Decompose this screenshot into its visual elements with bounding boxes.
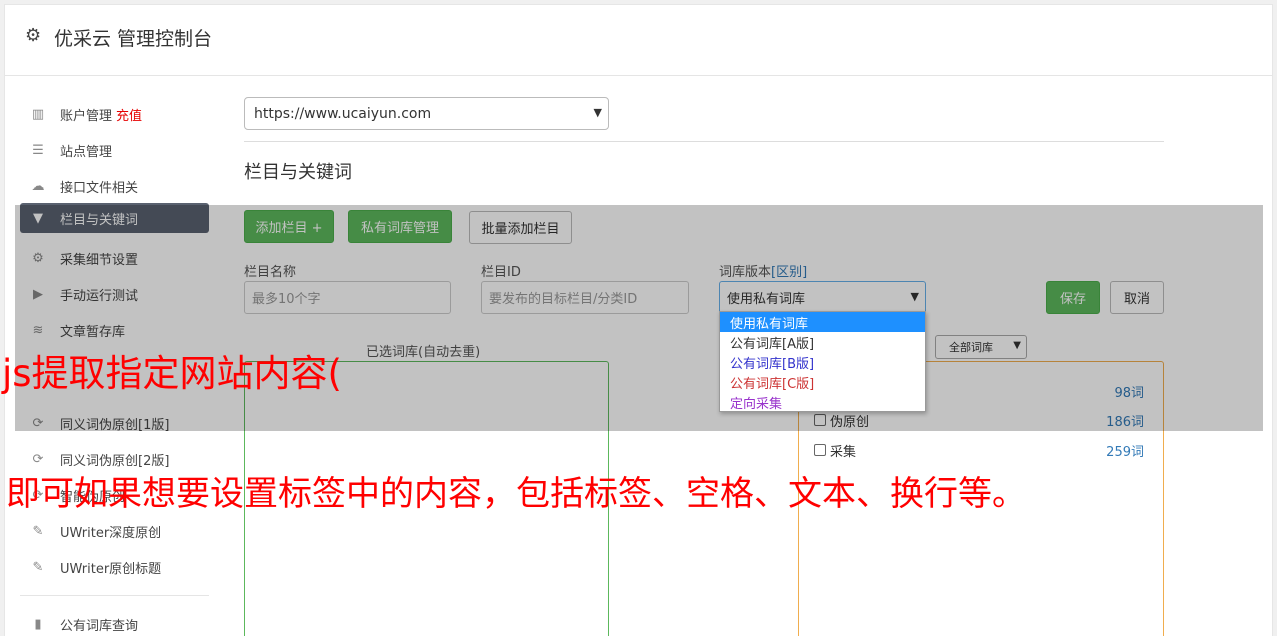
edit-icon: ✎ xyxy=(32,559,44,575)
recharge-link[interactable]: 充值 xyxy=(116,105,142,124)
refresh-icon: ⟳ xyxy=(32,451,44,467)
cancel-button[interactable]: 取消 xyxy=(1110,281,1164,314)
lib-version-option[interactable]: 定向采集 xyxy=(720,392,925,412)
lib-version-select[interactable]: 使用私有词库 ▼ xyxy=(719,281,926,314)
lib-version-label-text: 词库版本 xyxy=(719,265,772,280)
sidebar-item[interactable]: ≋ 文章暂存库 xyxy=(20,315,209,345)
lib-version-option[interactable]: 公有词库[C版] xyxy=(720,372,925,392)
app-title: 优采云 管理控制台 xyxy=(54,28,213,50)
sidebar-item-label: 栏目与关键词 xyxy=(60,212,139,228)
lib-filter-value: 全部词库 xyxy=(949,341,993,354)
site-select-value: https://www.ucaiyun.com xyxy=(254,105,432,122)
site-select[interactable]: https://www.ucaiyun.com ▼ xyxy=(244,97,609,130)
sidebar-item-label: UWriter深度原创 xyxy=(60,525,162,541)
lib-version-label: 词库版本[区别] xyxy=(719,261,807,280)
lib-count[interactable]: 186词 xyxy=(1106,411,1144,430)
play-circle-icon: ▶ xyxy=(33,286,43,302)
database-icon: ≋ xyxy=(32,322,44,338)
sidebar-item-label: 文章暂存库 xyxy=(60,324,126,340)
header: ⚙ 优采云 管理控制台 xyxy=(5,5,1272,76)
add-column-button[interactable]: 添加栏目 + xyxy=(244,210,334,243)
sidebar-item[interactable]: ✎ UWriter深度原创 xyxy=(20,516,209,546)
section-title: 栏目与关键词 xyxy=(244,162,352,183)
sidebar-item-label: 接口文件相关 xyxy=(60,180,139,196)
filter-icon: ▼ xyxy=(33,210,43,226)
sidebar-item-label: UWriter原创标题 xyxy=(60,561,162,577)
sidebar-item[interactable]: ▮ 公有词库查询 xyxy=(20,609,209,636)
difference-link[interactable]: [区别] xyxy=(771,265,807,280)
bulk-add-button[interactable]: 批量添加栏目 xyxy=(469,211,572,244)
lib-version-option[interactable]: 使用私有词库 xyxy=(720,312,925,332)
lib-count[interactable]: 259词 xyxy=(1106,441,1144,460)
sidebar-item[interactable]: ▶ 手动运行测试 xyxy=(20,279,209,309)
cloud-upload-icon: ☁ xyxy=(31,178,45,194)
column-id-label: 栏目ID xyxy=(481,265,521,280)
sidebar-item-label: 手动运行测试 xyxy=(60,288,139,304)
lib-count[interactable]: 98词 xyxy=(1114,382,1144,401)
sidebar-item[interactable]: ▥ 账户管理 充值 xyxy=(20,99,209,129)
lib-version-dropdown[interactable]: 使用私有词库 公有词库[A版] 公有词库[B版] 公有词库[C版] 定向采集 xyxy=(719,311,926,412)
column-name-input[interactable]: 最多10个字 xyxy=(244,281,451,314)
gear-icon: ⚙ xyxy=(25,25,42,46)
chevron-down-icon: ▼ xyxy=(1013,340,1021,351)
lib-filter-select[interactable]: 全部词库 ▼ xyxy=(935,335,1027,359)
sidebar-item-label: 站点管理 xyxy=(60,144,113,160)
watermark-line-2: 即可如果想要设置标签中的内容，包括标签、空格、文本、换行等。 xyxy=(6,474,1026,514)
sidebar-item[interactable]: ⚙ 采集细节设置 xyxy=(20,243,209,273)
sidebar-item[interactable]: ☰ 站点管理 xyxy=(20,135,209,165)
chevron-down-icon: ▼ xyxy=(910,290,919,303)
selected-lib-label: 已选词库(自动去重) xyxy=(366,345,481,360)
edit-icon: ✎ xyxy=(32,523,44,539)
lib-version-value: 使用私有词库 xyxy=(727,292,806,307)
private-lib-button[interactable]: 私有词库管理 xyxy=(348,210,452,243)
watermark-line-1: js提取指定网站内容( xyxy=(2,352,342,395)
sidebar-item[interactable]: ▼ 栏目与关键词 xyxy=(20,203,209,233)
divider xyxy=(244,141,1164,142)
lib-label: 伪原创 xyxy=(830,414,870,430)
lib-version-option[interactable]: 公有词库[B版] xyxy=(720,352,925,372)
lib-version-option[interactable]: 公有词库[A版] xyxy=(720,332,925,352)
lib-label: 采集 xyxy=(830,444,857,460)
server-icon: ☰ xyxy=(32,142,44,158)
refresh-icon: ⟳ xyxy=(32,415,44,431)
lib-row[interactable]: 伪原创 186词 xyxy=(814,409,1144,431)
column-id-input[interactable]: 要发布的目标栏目/分类ID xyxy=(481,281,689,314)
lib-checkbox[interactable] xyxy=(814,414,826,426)
sidebar-item-label: 账户管理 xyxy=(60,108,113,124)
lib-row[interactable]: 采集 259词 xyxy=(814,439,1144,461)
sidebar-item-label: 采集细节设置 xyxy=(60,252,139,268)
book-icon: ▮ xyxy=(34,616,42,632)
sidebar-divider xyxy=(20,595,209,596)
sidebar-item-label: 公有词库查询 xyxy=(60,618,139,634)
sidebar-item-label: 同义词伪原创[1版] xyxy=(60,417,170,433)
sidebar-item[interactable]: ⟳ 同义词伪原创[1版] xyxy=(20,408,209,438)
chevron-down-icon: ▼ xyxy=(593,106,602,119)
sidebar-item[interactable]: ✎ UWriter原创标题 xyxy=(20,552,209,582)
gears-icon: ⚙ xyxy=(32,250,44,266)
sidebar-item[interactable]: ☁ 接口文件相关 xyxy=(20,171,209,201)
lib-checkbox[interactable] xyxy=(814,444,826,456)
column-name-label: 栏目名称 xyxy=(244,265,297,280)
bar-chart-icon: ▥ xyxy=(31,106,45,122)
save-button[interactable]: 保存 xyxy=(1046,281,1100,314)
